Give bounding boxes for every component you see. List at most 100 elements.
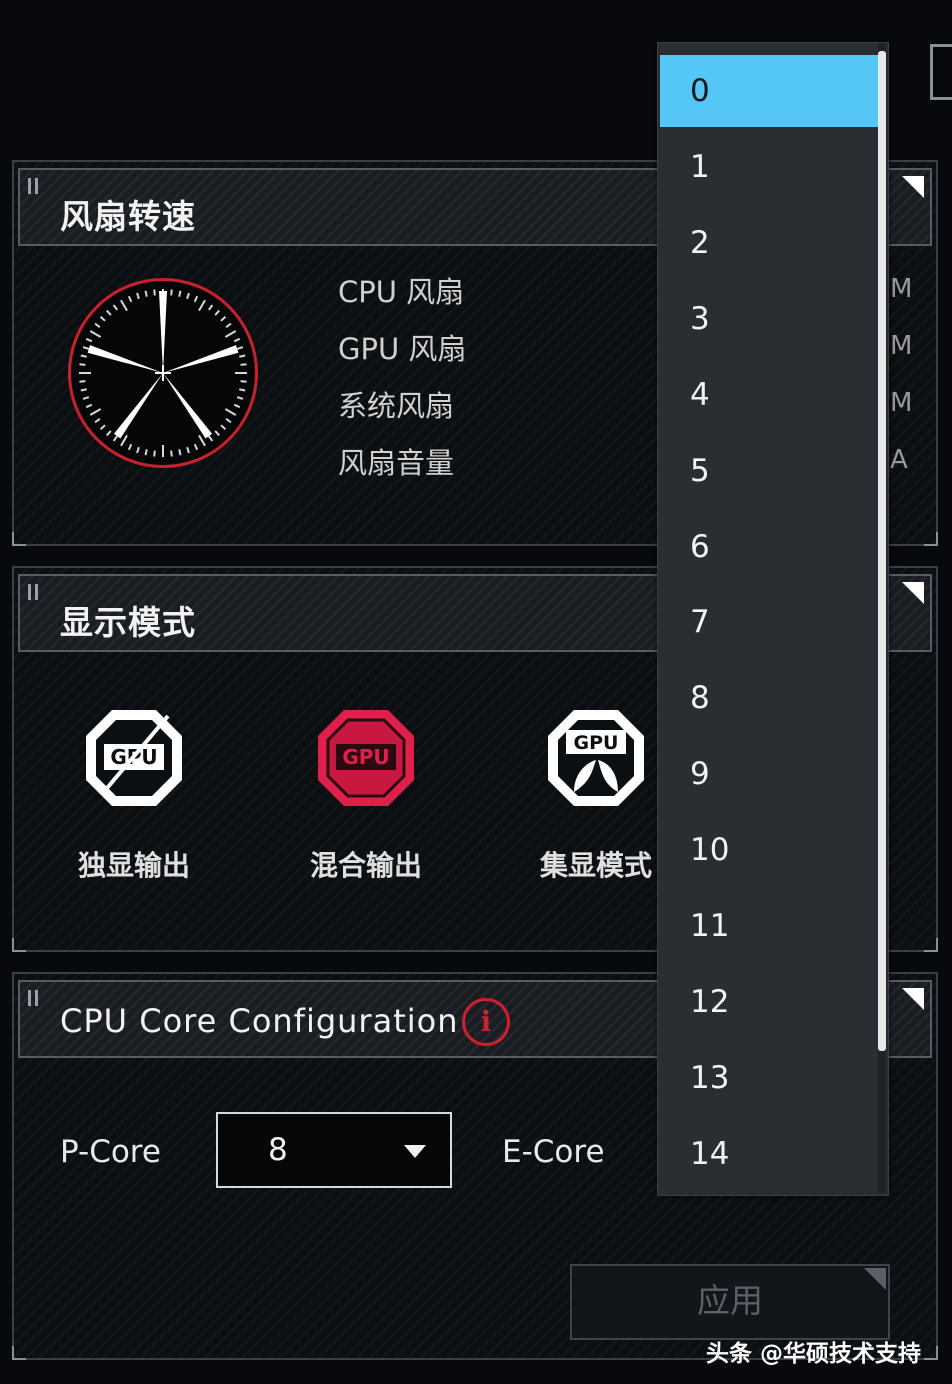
cpu-panel-title: CPU Core Configuration xyxy=(60,1002,459,1040)
gauge-tick xyxy=(198,299,206,312)
gauge-tick xyxy=(94,418,101,424)
dropdown-option[interactable]: 8 xyxy=(660,662,878,734)
mode-eco-label: 集显模式 xyxy=(539,849,652,882)
window-control-icon xyxy=(930,44,952,100)
gauge-tick xyxy=(233,337,241,343)
dropdown-option[interactable]: 2 xyxy=(660,207,878,279)
gauge-tick xyxy=(193,443,199,451)
gauge-tick xyxy=(79,380,86,383)
watermark: 头条 @华硕技术支持 xyxy=(706,1341,922,1367)
scrollbar-thumb[interactable] xyxy=(878,51,886,1051)
gauge-tick xyxy=(94,322,101,328)
p-core-label: P-Core xyxy=(60,1134,161,1170)
gauge-tick xyxy=(127,443,133,451)
gauge-tick xyxy=(144,449,148,456)
gauge-tick xyxy=(198,434,206,447)
svg-text:GPU: GPU xyxy=(342,745,389,769)
gauge-tick xyxy=(224,330,237,338)
svg-text:GPU: GPU xyxy=(574,732,619,754)
mode-hybrid[interactable]: GPU 混合输出 xyxy=(286,706,446,884)
gpu-eco-icon: GPU xyxy=(548,710,644,806)
gauge-tick xyxy=(112,435,118,442)
gauge-tick xyxy=(208,435,214,442)
corner-bracket xyxy=(12,532,26,546)
system-fan-value-fragment: M xyxy=(890,388,913,418)
mode-dgpu-label: 独显输出 xyxy=(77,849,190,882)
gauge-tick xyxy=(233,403,241,409)
collapse-corner-icon[interactable] xyxy=(902,176,924,198)
gauge-tick xyxy=(170,289,173,296)
dropdown-option[interactable]: 13 xyxy=(660,1042,878,1114)
dropdown-option[interactable]: 3 xyxy=(660,283,878,355)
dropdown-option[interactable]: 5 xyxy=(660,435,878,507)
gpu-fan-label: GPU 风扇 xyxy=(338,332,467,366)
mode-dgpu[interactable]: GPU 独显输出 xyxy=(54,706,214,884)
caret-down-icon xyxy=(404,1145,426,1158)
fan-volume-label: 风扇音量 xyxy=(338,446,455,480)
gauge-tick xyxy=(186,292,190,300)
mode-eco[interactable]: GPU 集显模式 xyxy=(516,706,676,884)
collapse-corner-icon[interactable] xyxy=(902,988,924,1010)
fan-dial-icon xyxy=(79,289,247,457)
grip-icon xyxy=(28,990,38,1006)
dropdown-option[interactable]: 7 xyxy=(660,586,878,658)
apply-label: 应用 xyxy=(697,1281,763,1320)
gauge-tick xyxy=(127,295,133,303)
gauge-tick xyxy=(89,330,102,338)
gauge-tick xyxy=(178,290,182,297)
dropdown-option[interactable]: 0 xyxy=(660,55,878,127)
gauge-tick xyxy=(225,418,232,424)
dropdown-option[interactable]: 10 xyxy=(660,814,878,886)
p-core-value: 8 xyxy=(268,1132,288,1168)
fan-volume-value-fragment: A xyxy=(890,445,908,475)
info-icon[interactable]: i xyxy=(462,998,510,1046)
gauge-tick xyxy=(120,434,128,447)
gpu-hybrid-icon: GPU xyxy=(318,710,414,806)
gauge-tick xyxy=(80,354,87,358)
fan-labels: CPU 风扇 GPU 风扇 系统风扇 风扇音量 xyxy=(338,270,466,498)
corner-bracket xyxy=(924,1346,938,1360)
gauge-tick xyxy=(153,289,156,296)
corner-bracket xyxy=(924,532,938,546)
mode-hybrid-label: 混合输出 xyxy=(309,849,422,882)
corner-bracket xyxy=(12,1346,26,1360)
gauge-tick xyxy=(99,424,106,430)
dropdown-option[interactable]: 11 xyxy=(660,890,878,962)
gauge-tick xyxy=(208,304,214,311)
dropdown-option[interactable]: 9 xyxy=(660,738,878,810)
apply-button[interactable]: 应用 xyxy=(570,1264,890,1340)
gauge-tick xyxy=(144,290,148,297)
gauge-tick xyxy=(239,388,246,392)
gauge-tick xyxy=(89,408,102,416)
dropdown-option[interactable]: 4 xyxy=(660,359,878,431)
gauge-tick xyxy=(99,316,106,322)
e-core-dropdown-list[interactable]: 0 1 2 3 4 5 6 7 8 9 10 11 12 13 14 xyxy=(657,42,889,1196)
gauge-tick xyxy=(236,346,244,350)
gauge-tick xyxy=(236,396,244,400)
gauge-tick xyxy=(240,380,247,383)
gauge-tick xyxy=(225,322,232,328)
gauge-tick xyxy=(240,363,247,366)
p-core-select[interactable]: 8 xyxy=(216,1112,452,1188)
gauge-tick xyxy=(186,446,190,454)
gauge-tick xyxy=(214,430,220,437)
corner-bracket xyxy=(924,938,938,952)
dropdown-option[interactable]: 1 xyxy=(660,131,878,203)
gauge-tick xyxy=(106,430,112,437)
gauge-tick xyxy=(80,388,87,392)
cpu-fan-value-fragment: M xyxy=(890,274,913,304)
fan-gauge xyxy=(68,278,258,468)
gauge-tick xyxy=(193,295,199,303)
dropdown-option[interactable]: 6 xyxy=(660,511,878,583)
gauge-tick xyxy=(170,450,173,457)
gauge-tick xyxy=(85,403,93,409)
gauge-tick xyxy=(136,292,140,300)
gauge-tick xyxy=(85,337,93,343)
dropdown-option[interactable]: 12 xyxy=(660,966,878,1038)
gauge-tick xyxy=(224,408,237,416)
gauge-tick xyxy=(82,346,90,350)
dropdown-option[interactable]: 14 xyxy=(660,1118,878,1190)
notch-icon xyxy=(864,1268,886,1290)
collapse-corner-icon[interactable] xyxy=(902,582,924,604)
corner-bracket xyxy=(12,938,26,952)
